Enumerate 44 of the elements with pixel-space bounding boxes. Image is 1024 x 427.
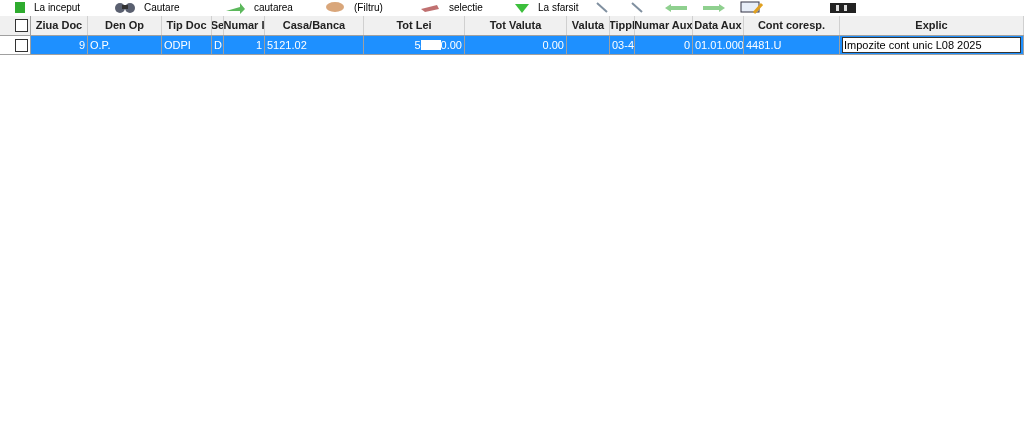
table-cell: 01.01.000 [693, 36, 744, 54]
table-row[interactable]: 9 O.P. ODPI D 1 5121.02 5 0.00 0.00 03-4 0 01.01.000 4481.U Impozite cont unic L08 2025 [0, 36, 1024, 55]
film-icon [830, 3, 856, 13]
column-header[interactable]: Se [212, 16, 224, 35]
magnifier-icon [594, 2, 610, 14]
column-header[interactable]: Data Aux [693, 16, 744, 35]
column-header[interactable]: Tip Doc [162, 16, 212, 35]
table-cell: 5121.02 [265, 36, 364, 54]
checkbox[interactable] [15, 19, 28, 32]
hand-icon [324, 1, 346, 15]
magnifier-icon [629, 2, 645, 14]
table-cell: 1 [224, 36, 265, 54]
column-header[interactable]: Tot Lei [364, 16, 465, 35]
binoculars-icon [114, 1, 136, 15]
column-header[interactable]: Ziua Doc [31, 16, 88, 35]
column-header[interactable]: Numar I [224, 16, 265, 35]
column-header[interactable]: Numar Aux [635, 16, 693, 35]
column-header[interactable]: Explic [840, 16, 1024, 35]
left-arrow-icon [664, 3, 688, 13]
table-cell: ODPI [162, 36, 212, 54]
column-header[interactable]: Valuta [567, 16, 610, 35]
column-header[interactable]: Casa/Banca [265, 16, 364, 35]
table-cell: 5 0.00 [364, 36, 465, 54]
right-arrow-icon [702, 3, 726, 13]
toolbar-label[interactable]: Cautare [144, 3, 180, 13]
cell-edit-field[interactable]: Impozite cont unic L08 2025 [842, 37, 1021, 53]
table-cell: 9 [31, 36, 88, 54]
table-cell: 0.00 [465, 36, 567, 54]
table-cell: 03-4 [610, 36, 635, 54]
column-header[interactable]: Cont coresp. [744, 16, 840, 35]
table-cell: O.P. [88, 36, 162, 54]
column-header[interactable]: Den Op [88, 16, 162, 35]
column-header[interactable]: Tot Valuta [465, 16, 567, 35]
checkbox[interactable] [15, 38, 28, 52]
toolbar-label[interactable]: La inceput [34, 3, 81, 13]
toolbar-label[interactable]: cautarea [254, 3, 293, 13]
toolbar-label[interactable]: selectie [449, 3, 483, 13]
toolbar-label[interactable]: (Filtru) [354, 3, 383, 13]
pencil-document-icon [740, 1, 764, 15]
down-arrow-icon [514, 2, 530, 14]
table-cell: 0 [635, 36, 693, 54]
toolbar-label[interactable]: La sfarsit [538, 3, 579, 13]
square-icon [14, 2, 26, 14]
table-cell: D [212, 36, 224, 54]
